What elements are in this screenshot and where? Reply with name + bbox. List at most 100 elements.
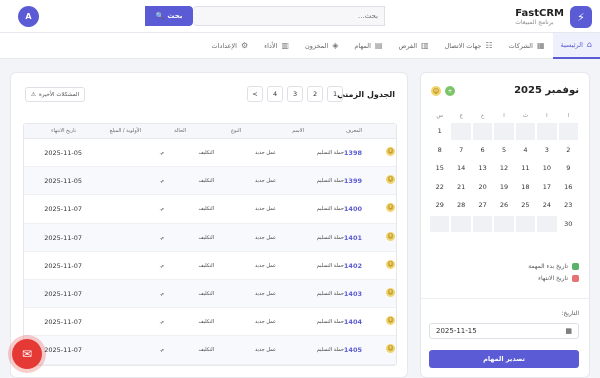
page-button[interactable]: 1 <box>327 86 343 102</box>
nav-item-3[interactable]: ▥ الفرص <box>390 33 436 59</box>
add-icon[interactable]: + <box>445 86 455 96</box>
timeline-title: الجدول الزمني <box>337 90 395 99</box>
table-row[interactable]: ☺ 1399 حملة التسليم عمل جديد التكليف م. 2025-1… <box>24 167 396 196</box>
cell-id[interactable]: 1403 <box>344 290 362 298</box>
calendar-weekday: ا <box>546 112 548 119</box>
nav-item-label: الشركات <box>508 41 533 50</box>
cell-priority: م. <box>159 290 164 297</box>
table-row[interactable]: ☺ 1405 حملة التسليم عمل جديد التكليف م. 2025-1… <box>24 336 396 365</box>
calendar-day[interactable]: 4 <box>514 140 537 159</box>
nav-item-7[interactable]: ⚙ الإعدادات <box>204 33 257 59</box>
smiley-icon[interactable]: ☺ <box>431 86 441 96</box>
cell-status: التكليف <box>198 262 214 269</box>
cell-status: التكليف <box>198 319 214 326</box>
calendar-day[interactable]: 24 <box>536 196 558 215</box>
cell-name: حملة التسليم <box>316 178 344 185</box>
column-header[interactable]: الأولوية / المبلغ <box>110 128 141 134</box>
cell-id[interactable]: 1401 <box>344 234 362 242</box>
brand[interactable]: ⚡ FastCRM برنامج المبيعات <box>515 5 592 29</box>
page-button[interactable]: 2 <box>307 86 323 102</box>
timeline-table: المعرف الاسم النوع الحالة الأولوية / المبلغ ت… <box>23 123 397 366</box>
table-row[interactable]: ☺ 1402 حملة التسليم عمل جديد التكليف م. 2025-1… <box>24 252 396 280</box>
column-header[interactable]: الحالة <box>174 128 186 134</box>
nav-item-1[interactable]: ▦ الشركات <box>501 33 553 59</box>
calendar-day[interactable]: 16 <box>557 177 579 196</box>
calendar-day[interactable]: 25 <box>514 196 537 215</box>
calendar-day[interactable]: 2 <box>557 140 579 159</box>
brand-subtitle: برنامج المبيعات <box>515 19 554 26</box>
cell-status: التكليف <box>198 150 214 156</box>
chat-fab-button[interactable]: ✉ <box>12 339 42 369</box>
cell-id[interactable]: 1399 <box>344 177 362 185</box>
nav-item-4[interactable]: ▤ المهام <box>346 33 390 59</box>
column-header[interactable]: الاسم <box>292 128 304 134</box>
nav-item-label: الرئيسية <box>560 40 583 49</box>
nav-item-2[interactable]: ☷ جهات الاتصال <box>437 33 501 59</box>
calendar-weekday: ا <box>503 112 505 119</box>
calendar-day[interactable]: 15 <box>429 159 451 178</box>
cell-id[interactable]: 1404 <box>344 318 362 326</box>
cell-id[interactable]: 1405 <box>344 346 362 354</box>
calendar-day[interactable]: 26 <box>493 196 515 215</box>
cell-id[interactable]: 1402 <box>344 262 362 270</box>
page-button[interactable]: 3 <box>287 86 303 102</box>
column-header[interactable]: تاريخ الانتهاء <box>51 128 76 134</box>
calendar-day[interactable]: 30 <box>557 214 579 233</box>
calendar-day[interactable]: 19 <box>493 177 515 196</box>
table-row[interactable]: ☺ 1400 حملة التسليم عمل جديد التكليف م. 2025-1… <box>24 195 396 224</box>
warning-icon: ⚠ <box>31 91 36 98</box>
main-nav: ⌂ الرئيسية ▦ الشركات ☷ جهات الاتصال ▥ الفرص ▤ الم… <box>0 32 600 59</box>
column-header[interactable]: النوع <box>231 128 241 134</box>
calendar-day[interactable]: 20 <box>471 177 494 196</box>
calendar-day[interactable]: 27 <box>471 196 494 215</box>
search-input[interactable] <box>193 6 385 26</box>
calendar-day[interactable]: 29 <box>429 196 451 215</box>
export-tasks-button[interactable]: تصدير المهام <box>429 350 579 368</box>
timeline-panel: الجدول الزمني 1 2 3 4 > المشكلات الأخيرة ⚠ ا… <box>10 72 408 378</box>
calendar-day[interactable]: 1 <box>429 122 451 141</box>
recent-issues-label: المشكلات الأخيرة <box>38 91 80 98</box>
calendar-day[interactable]: 10 <box>536 159 558 178</box>
top-header: ⚡ FastCRM برنامج المبيعات 🔍 بحث A <box>0 0 600 33</box>
calendar-day[interactable]: 21 <box>450 177 472 196</box>
calendar-day[interactable]: 3 <box>536 140 558 159</box>
next-page-button[interactable]: > <box>247 86 263 102</box>
calendar-legend: تاريخ بدء المهمة تاريخ الانتهاء <box>528 263 579 287</box>
calendar-day[interactable]: 6 <box>471 140 494 159</box>
nav-item-5[interactable]: ◈ المخزون <box>297 33 346 59</box>
cell-id[interactable]: 1398 <box>344 149 362 157</box>
nav-item-6[interactable]: ▥ الأداء <box>256 33 297 59</box>
calendar-day[interactable]: 5 <box>493 140 515 159</box>
page-button[interactable]: 4 <box>267 86 283 102</box>
column-header[interactable]: المعرف <box>346 128 362 134</box>
cell-priority: م. <box>159 319 164 326</box>
recent-issues-button[interactable]: المشكلات الأخيرة ⚠ <box>25 87 86 102</box>
calendar-day[interactable]: 8 <box>429 140 451 159</box>
cell-id[interactable]: 1400 <box>344 205 362 213</box>
smiley-icon: ☺ <box>386 147 395 156</box>
calendar-day[interactable]: 14 <box>450 159 472 178</box>
calendar-day[interactable]: 22 <box>429 177 451 196</box>
calendar-day[interactable]: 18 <box>514 177 537 196</box>
date-field[interactable]: 2025-11-15 ▦ <box>429 323 579 339</box>
legend-swatch <box>572 263 579 270</box>
nav-item-0[interactable]: ⌂ الرئيسية <box>552 32 600 59</box>
table-row[interactable]: ☺ 1398 حملة التسليم عمل جديد التكليف م. 2025-1… <box>24 139 396 168</box>
calendar-day[interactable]: 28 <box>450 196 472 215</box>
search-bar: 🔍 بحث <box>145 6 385 26</box>
calendar-day[interactable]: 23 <box>557 196 579 215</box>
calendar-day[interactable]: 7 <box>450 140 472 159</box>
search-button[interactable]: 🔍 بحث <box>145 6 193 26</box>
cell-name: حملة التسليم <box>316 150 344 156</box>
calendar-day[interactable]: 9 <box>557 159 579 178</box>
calendar-day[interactable]: 12 <box>493 159 515 178</box>
table-row[interactable]: ☺ 1404 حملة التسليم عمل جديد التكليف م. 2025-1… <box>24 308 396 337</box>
calendar-day[interactable]: 11 <box>514 159 537 178</box>
avatar[interactable]: A <box>18 6 39 27</box>
table-row[interactable]: ☺ 1401 حملة التسليم عمل جديد التكليف م. 2025-1… <box>24 223 396 252</box>
table-row[interactable]: ☺ 1403 حملة التسليم عمل جديد التكليف م. 2025-1… <box>24 279 396 309</box>
calendar-empty-cell <box>493 214 515 233</box>
calendar-day[interactable]: 17 <box>536 177 558 196</box>
calendar-day[interactable]: 13 <box>471 159 494 178</box>
pagination: 1 2 3 4 > <box>247 86 343 102</box>
